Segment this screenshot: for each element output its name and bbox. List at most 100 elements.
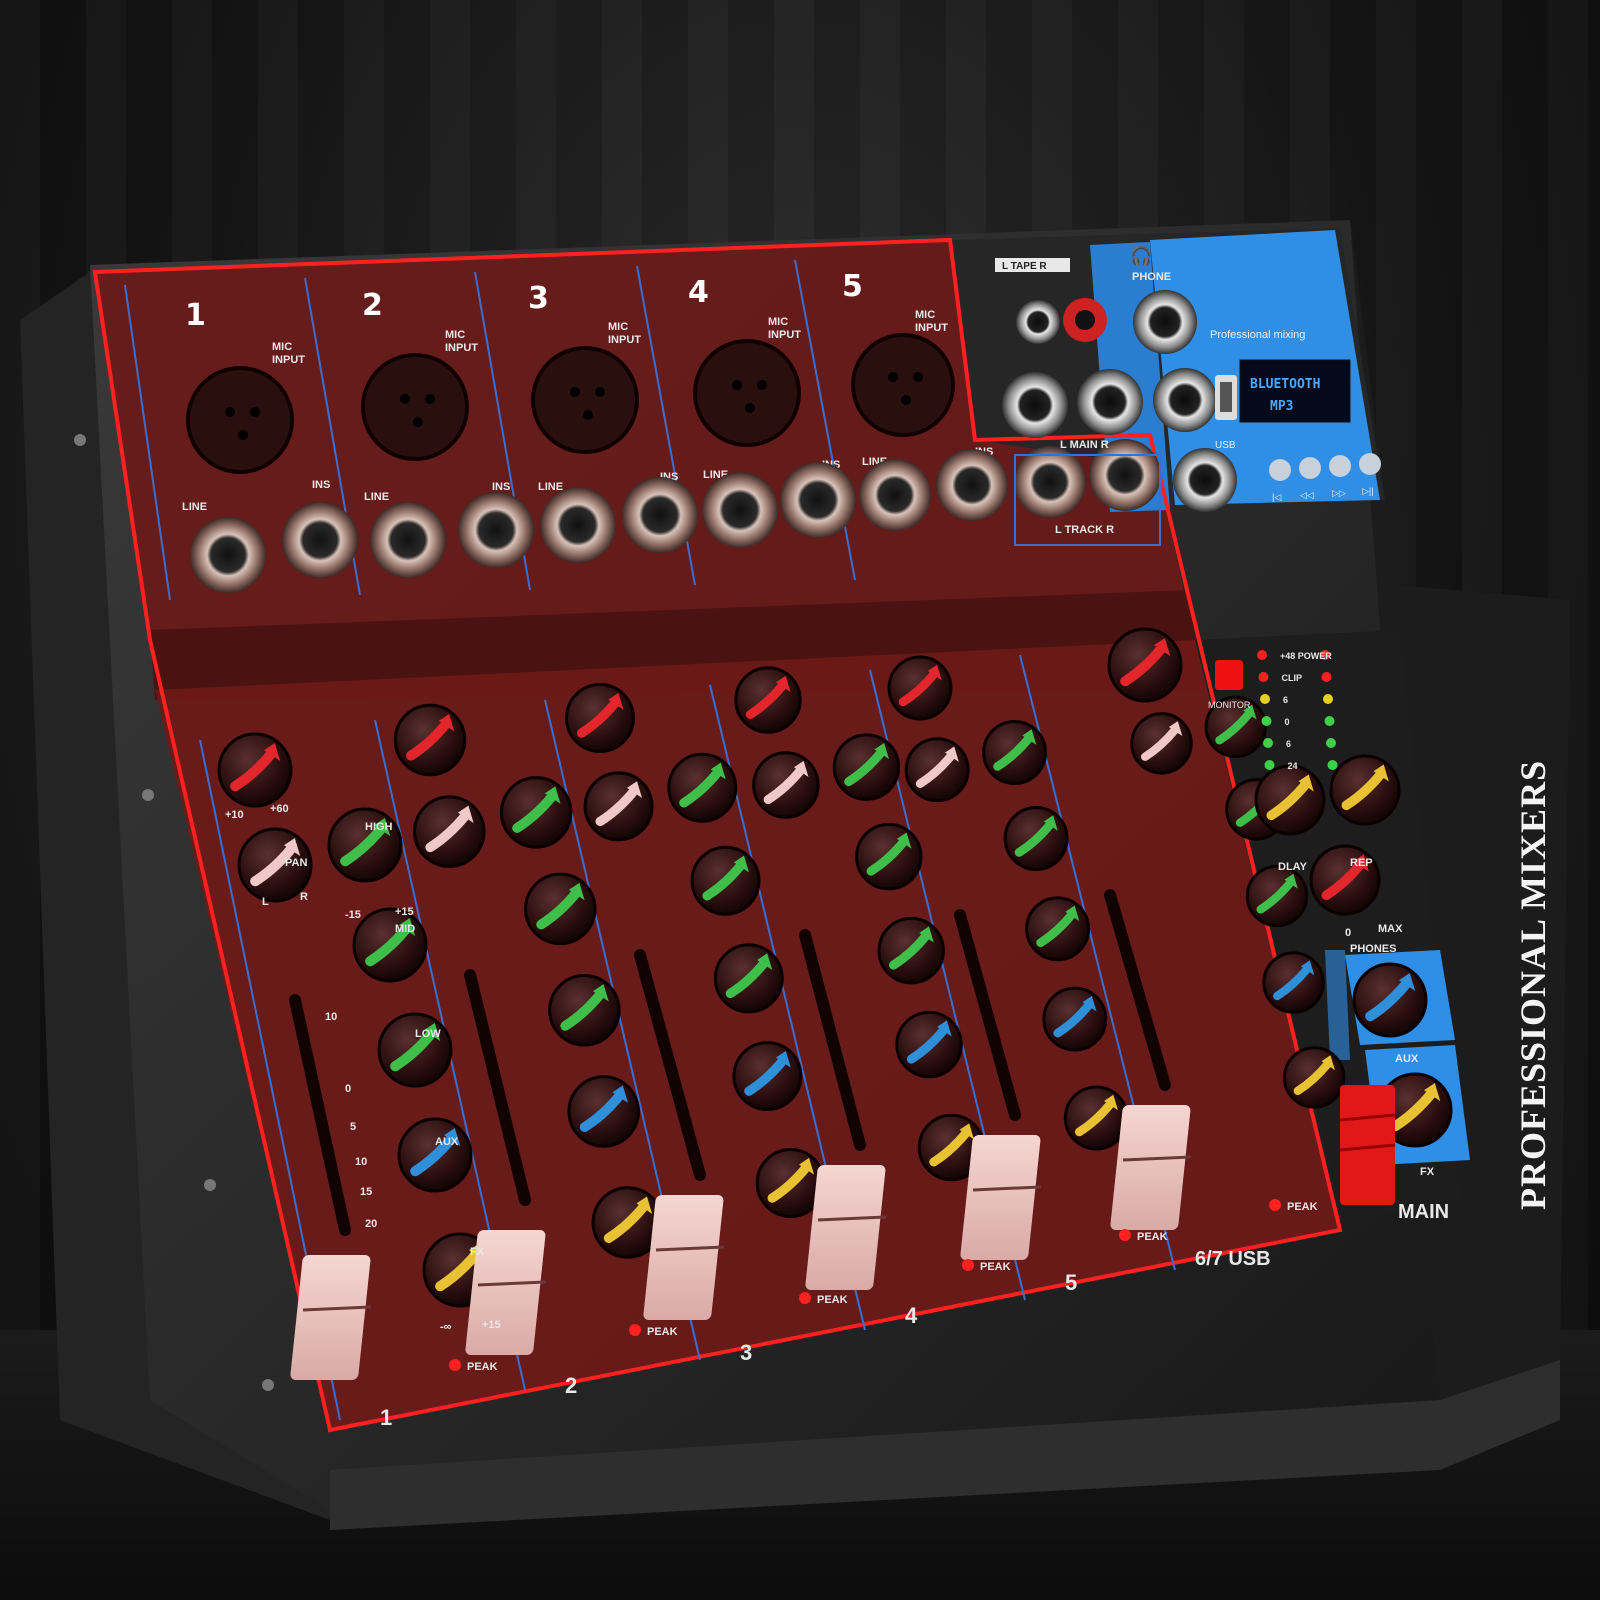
ins-jack-2[interactable] (458, 492, 534, 568)
meter-label-5: 6 (1286, 739, 1291, 749)
ch6-low-knob[interactable] (1245, 864, 1309, 928)
player-button-rew[interactable] (1299, 457, 1321, 479)
ch3-high-knob[interactable] (667, 752, 738, 823)
ch4-high-knob[interactable] (832, 733, 901, 801)
master-delay-knob[interactable] (1254, 764, 1326, 836)
player-button-ff[interactable] (1329, 455, 1351, 477)
player-button-play[interactable] (1359, 453, 1381, 475)
ch3-mid-knob[interactable] (690, 845, 761, 916)
fader-scale-1: 0 (345, 1083, 351, 1095)
ch1-high-knob[interactable] (327, 807, 403, 883)
ins-label-2: INS (492, 481, 510, 493)
bottom-label-3: 3 (740, 1340, 752, 1365)
line-jack-3[interactable] (540, 487, 616, 563)
ch1-low-knob[interactable] (377, 1012, 453, 1088)
ch1-aux-knob[interactable] (397, 1117, 473, 1193)
line-jack-4[interactable] (702, 472, 778, 548)
meter-label-6: 24 (1288, 761, 1298, 771)
line-jack-5[interactable] (859, 459, 931, 531)
meter-led-5-left (1263, 738, 1273, 748)
main-label: MAIN (1398, 1201, 1449, 1223)
main-jack-left[interactable] (1002, 372, 1068, 438)
ch5-high-knob[interactable] (982, 720, 1048, 785)
ins-jack-5[interactable] (936, 449, 1008, 521)
display-line-2: MP3 (1270, 399, 1293, 414)
ch5-pan-knob[interactable] (904, 737, 970, 803)
phone-jack[interactable] (1133, 290, 1197, 354)
phone-label: PHONE (1132, 271, 1171, 283)
rec-jack[interactable] (1153, 368, 1217, 432)
peak-label-3: PEAK (817, 1294, 848, 1306)
send-max-label: +15 (482, 1319, 501, 1331)
ch1-mid-knob[interactable] (352, 907, 428, 983)
main-jack-right[interactable] (1077, 369, 1143, 435)
ch6-fx-knob[interactable] (1282, 1046, 1346, 1109)
xlr-jack-2[interactable] (361, 353, 469, 461)
foot-jack[interactable] (1173, 448, 1237, 512)
fader-scale-5: 20 (365, 1218, 377, 1230)
ch6-aux-knob[interactable] (1262, 951, 1325, 1014)
channel-number-5: 5 (842, 269, 863, 304)
ch2-mid-knob[interactable] (524, 872, 597, 946)
ch6-pan-knob[interactable] (1130, 712, 1193, 775)
ch3-aux-knob[interactable] (732, 1041, 803, 1112)
headphone-icon: 🎧 (1130, 245, 1152, 266)
fader-scale-0: 10 (325, 1011, 337, 1023)
xlr-jack-3[interactable] (531, 346, 639, 454)
brand-line: Professional mixing (1210, 329, 1305, 341)
ch5-gain-knob[interactable] (887, 655, 953, 721)
mixer-scene: 1 2 3 4 5 MIC INPUT MIC INPUT MIC INPUT MIC… (20, 220, 1570, 1530)
ch4-low-knob[interactable] (877, 916, 945, 985)
ch3-pan-knob[interactable] (583, 771, 654, 842)
xlr-jack-5[interactable] (851, 333, 955, 437)
ch2-pan-knob[interactable] (413, 795, 486, 868)
monitor-switch[interactable] (1215, 660, 1243, 690)
master-rep-knob[interactable] (1329, 754, 1401, 826)
ch4-gain-knob[interactable] (734, 666, 802, 734)
ch3-gain-knob[interactable] (565, 683, 635, 753)
ch2-high-knob[interactable] (499, 776, 573, 849)
xlr-jack-4[interactable] (693, 339, 801, 447)
gain-max-label: +60 (270, 803, 289, 815)
tape-rca-left[interactable] (1016, 300, 1060, 344)
usb-gain-knob[interactable] (1107, 627, 1183, 703)
line-jack-2[interactable] (370, 502, 446, 578)
pan-label: PAN (285, 857, 307, 869)
line-label-3: LINE (538, 481, 563, 493)
ins-jack-4[interactable] (780, 462, 856, 538)
usb-channel-label: 6/7 USB (1195, 1248, 1271, 1270)
ch2-gain-knob[interactable] (393, 703, 467, 777)
master-aux-knob[interactable] (1352, 962, 1428, 1038)
track-jack-left[interactable] (1014, 446, 1086, 518)
ch5-low-knob[interactable] (1025, 896, 1091, 962)
ch4-mid-knob[interactable] (855, 822, 923, 891)
peak-label-5: PEAK (1137, 1231, 1168, 1243)
ch2-low-knob[interactable] (548, 973, 621, 1047)
peak-label-6: PEAK (1287, 1201, 1318, 1213)
xlr-jack-1[interactable] (186, 366, 294, 474)
fader-scale-3: 10 (355, 1156, 367, 1168)
ch3-low-knob[interactable] (713, 943, 784, 1014)
peak-label-2: PEAK (647, 1326, 678, 1338)
bottom-label-5: 5 (1065, 1270, 1077, 1295)
monitor-label: MONITOR (1208, 700, 1251, 710)
peak-led-6 (1269, 1199, 1281, 1211)
line-jack-1[interactable] (190, 517, 266, 593)
ch1-gain-knob[interactable] (217, 732, 293, 808)
ch4-aux-knob[interactable] (895, 1010, 963, 1079)
ch5-fx-knob[interactable] (1063, 1085, 1129, 1151)
player-button-prev[interactable] (1269, 459, 1291, 481)
tape-label: L TAPE R (1002, 261, 1047, 272)
main-out-label: L MAIN R (1060, 439, 1109, 451)
ch5-aux-knob[interactable] (1042, 986, 1108, 1052)
phones-max-label: MAX (1378, 923, 1403, 935)
ins-jack-3[interactable] (622, 477, 698, 553)
pan-l-label: L (262, 896, 269, 908)
ch5-mid-knob[interactable] (1003, 806, 1069, 871)
high-label: HIGH (365, 821, 393, 833)
ch4-pan-knob[interactable] (752, 751, 820, 819)
ins-jack-1[interactable] (282, 502, 358, 578)
fx-label: FX (470, 1246, 485, 1258)
ch2-aux-knob[interactable] (567, 1075, 640, 1148)
rep-label: REP (1350, 857, 1373, 869)
